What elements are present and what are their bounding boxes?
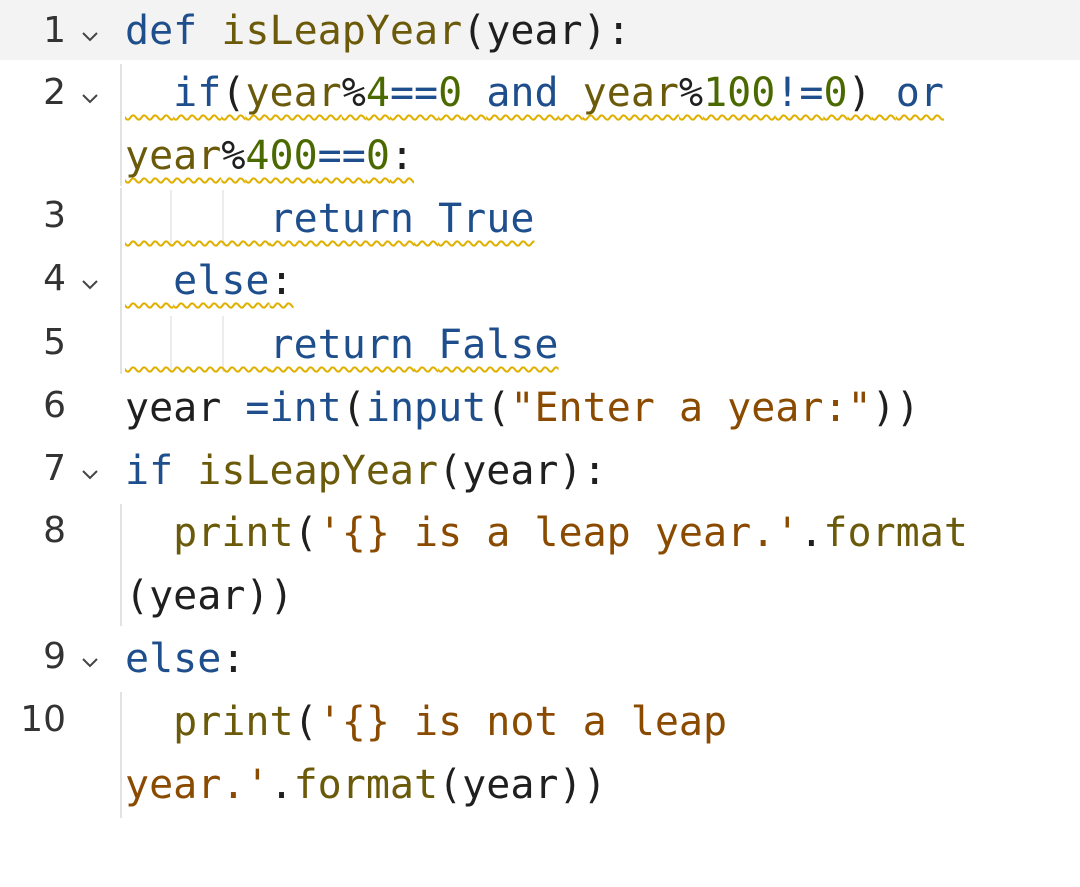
line-number-3: 3: [43, 195, 66, 236]
function-name: isLeapYear: [221, 8, 463, 54]
code-line-9[interactable]: else:: [125, 628, 245, 690]
identifier: year: [582, 70, 679, 116]
param: year: [486, 8, 583, 54]
paren: ):: [558, 448, 607, 494]
colon: :: [221, 636, 246, 682]
dot: .: [269, 762, 294, 808]
line-number-7: 7: [43, 448, 66, 489]
line-number-6: 6: [43, 385, 66, 426]
paren: (: [221, 70, 246, 116]
code-editor[interactable]: 1 2 3 4 5 6 7 8 9 10 def isLeapYear(year…: [0, 0, 1080, 887]
operator: %: [221, 133, 246, 179]
function-call: isLeapYear: [197, 448, 439, 494]
colon: :: [269, 258, 294, 304]
line-number-2: 2: [43, 72, 66, 113]
number: 0: [365, 133, 390, 179]
code-line-5[interactable]: return False: [125, 314, 559, 376]
code-line-8[interactable]: print('{} is a leap year.'.format: [125, 502, 968, 564]
dot: .: [799, 510, 824, 556]
code-line-4[interactable]: else:: [125, 250, 294, 312]
string-literal: '{} is a leap year.': [317, 510, 800, 556]
code-line-6[interactable]: year =int(input("Enter a year:")): [125, 377, 920, 439]
method-format: format: [823, 510, 968, 556]
operator: =: [245, 385, 270, 431]
call-args: (year)): [438, 762, 607, 808]
fold-chevron-icon[interactable]: [80, 632, 100, 692]
call-args: (year)): [125, 573, 294, 619]
number: 0: [823, 70, 848, 116]
code-line-7[interactable]: if isLeapYear(year):: [125, 440, 607, 502]
paren: (: [486, 385, 511, 431]
operator: %: [678, 70, 704, 116]
paren: (: [462, 8, 487, 54]
keyword-if: if: [173, 70, 222, 116]
code-line-10[interactable]: print('{} is not a leap: [125, 691, 727, 753]
line-number-5: 5: [43, 322, 66, 363]
constant-true: True: [438, 196, 535, 242]
fold-chevron-icon[interactable]: [80, 68, 100, 128]
fold-chevron-icon[interactable]: [80, 6, 100, 66]
paren: )): [871, 385, 920, 431]
paren: (: [438, 448, 463, 494]
paren: ):: [582, 8, 631, 54]
paren: (: [293, 510, 318, 556]
keyword-return: return: [269, 196, 415, 242]
keyword-else: else: [173, 258, 270, 304]
paren: (: [293, 699, 318, 745]
operator: ==: [317, 133, 366, 179]
keyword-def: def: [125, 8, 198, 54]
builtin-print: print: [173, 510, 294, 556]
fold-chevron-icon[interactable]: [80, 444, 100, 504]
identifier: year: [462, 448, 559, 494]
string-literal: year.': [125, 762, 270, 808]
identifier: year: [125, 133, 222, 179]
keyword-or: or: [895, 70, 944, 116]
line-number-8: 8: [43, 510, 66, 551]
string-literal: '{} is not a leap: [317, 699, 728, 745]
string-literal: "Enter a year:": [510, 385, 872, 431]
code-line-10-wrap[interactable]: year.'.format(year)): [125, 754, 607, 816]
indent-guide: [120, 504, 122, 626]
number: 4: [365, 70, 390, 116]
code-line-2-wrap[interactable]: year%400==0:: [125, 125, 414, 187]
code-line-1[interactable]: def isLeapYear(year):: [125, 0, 631, 62]
code-line-2[interactable]: if(year%4==0 and year%100!=0) or: [125, 62, 944, 124]
constant-false: False: [438, 322, 559, 368]
builtin-input: input: [365, 385, 487, 431]
builtin-print: print: [173, 699, 294, 745]
line-number-4: 4: [43, 258, 66, 299]
indent-guide: [120, 692, 122, 818]
colon: :: [389, 133, 415, 179]
indent-guide: [120, 64, 122, 186]
number: 0: [438, 70, 463, 116]
line-number-10: 10: [20, 699, 66, 740]
keyword-if: if: [125, 448, 174, 494]
operator: ==: [389, 70, 439, 116]
fold-chevron-icon[interactable]: [80, 254, 100, 314]
keyword-and: and: [486, 70, 559, 116]
keyword-else: else: [125, 636, 222, 682]
line-number-gutter: 1 2 3 4 5 6 7 8 9 10: [0, 0, 120, 887]
builtin-int: int: [269, 385, 342, 431]
code-line-8-wrap[interactable]: (year)): [125, 565, 294, 627]
paren: (: [341, 385, 366, 431]
keyword-return: return: [269, 322, 415, 368]
operator: %: [341, 70, 366, 116]
identifier: year: [245, 70, 342, 116]
number: 400: [245, 133, 318, 179]
code-line-3[interactable]: return True: [125, 188, 535, 250]
line-number-1: 1: [43, 10, 66, 51]
method-format: format: [293, 762, 439, 808]
number: 100: [703, 70, 776, 116]
indent-guide: [120, 188, 122, 374]
operator: !=: [775, 70, 824, 116]
line-number-9: 9: [43, 636, 66, 677]
paren: ): [847, 70, 872, 116]
identifier: year: [125, 385, 222, 431]
